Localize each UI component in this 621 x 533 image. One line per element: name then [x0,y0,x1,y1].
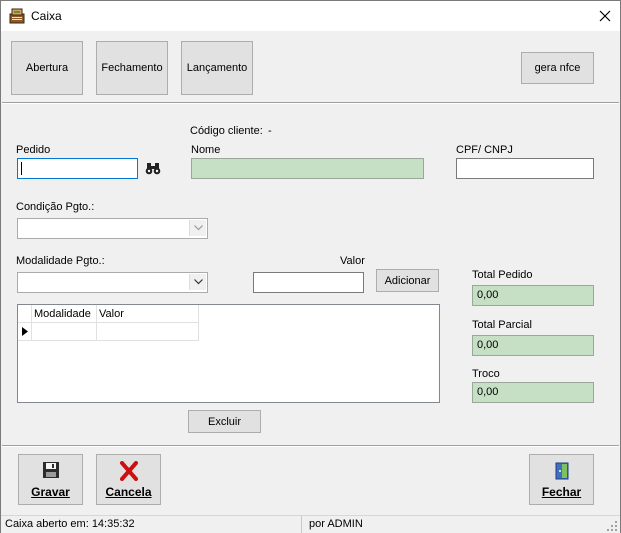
grid-corner [18,305,32,323]
troco-field: 0,00 [472,382,594,403]
footer-separator [2,445,619,447]
total-pedido-label: Total Pedido [472,269,533,281]
grid-header-modalidade[interactable]: Modalidade [32,305,97,323]
grid-header-modalidade-label: Modalidade [34,308,91,320]
valor-input[interactable] [253,272,364,293]
gravar-button[interactable]: Gravar [18,454,83,505]
modalidade-pgto-label: Modalidade Pgto.: [16,255,105,267]
fechamento-button[interactable]: Fechamento [96,41,168,95]
codigo-cliente-label: Código cliente: [190,125,263,137]
cpf-cnpj-label: CPF/ CNPJ [456,144,513,156]
total-parcial-field: 0,00 [472,335,594,356]
nome-field [191,158,424,179]
adicionar-button[interactable]: Adicionar [376,269,439,292]
status-caixa-aberto: Caixa aberto em: 14:35:32 [5,518,135,530]
pedido-label: Pedido [16,144,51,156]
lancamento-button[interactable]: Lançamento [181,41,253,95]
gera-nfce-button[interactable]: gera nfce [521,52,594,84]
status-user: por ADMIN [309,518,363,530]
table-cell[interactable] [32,323,97,341]
table-cell[interactable] [97,323,199,341]
valor-label: Valor [340,255,365,267]
grid-table: Modalidade Valor [18,305,199,341]
total-parcial-label: Total Parcial [472,319,532,331]
row-indicator [18,323,32,341]
gravar-label: Gravar [31,485,70,499]
row-pointer-icon [22,327,28,336]
cancela-label: Cancela [105,485,152,499]
pedido-input[interactable] [17,158,138,179]
exit-door-icon [555,462,569,480]
close-window-button[interactable] [590,1,620,31]
payments-grid[interactable]: Modalidade Valor [17,304,440,403]
chevron-down-icon[interactable] [189,220,206,236]
total-pedido-field: 0,00 [472,285,594,306]
binoculars-icon[interactable] [145,160,161,176]
fechar-button[interactable]: Fechar [529,454,594,505]
text-cursor [21,162,22,175]
excluir-button[interactable]: Excluir [188,410,261,433]
floppy-disk-icon [43,462,59,478]
caixa-window: Caixa Abertura Fechamento Lançamento ger… [0,0,621,533]
status-divider [301,516,302,533]
red-x-icon [120,461,138,481]
cancela-button[interactable]: Cancela [96,454,161,505]
chevron-down-icon[interactable] [189,274,206,290]
nome-label: Nome [191,144,221,156]
grid-header-valor[interactable]: Valor [97,305,199,323]
cpf-cnpj-input[interactable] [456,158,594,179]
cash-register-icon [9,8,25,24]
grid-header-valor-label: Valor [99,308,124,320]
abertura-button[interactable]: Abertura [11,41,83,95]
troco-label: Troco [472,368,500,380]
condicao-pgto-select[interactable] [17,218,208,239]
window-title: Caixa [31,9,62,23]
close-icon [599,10,611,22]
codigo-cliente-value: - [268,125,272,137]
condicao-pgto-label: Condição Pgto.: [16,201,95,213]
status-bar: Caixa aberto em: 14:35:32 por ADMIN [1,515,620,533]
resize-grip-icon[interactable] [607,521,617,531]
modalidade-pgto-select[interactable] [17,272,208,293]
title-bar: Caixa [1,1,620,31]
fechar-label: Fechar [541,485,582,499]
toolbar-separator [2,102,619,104]
